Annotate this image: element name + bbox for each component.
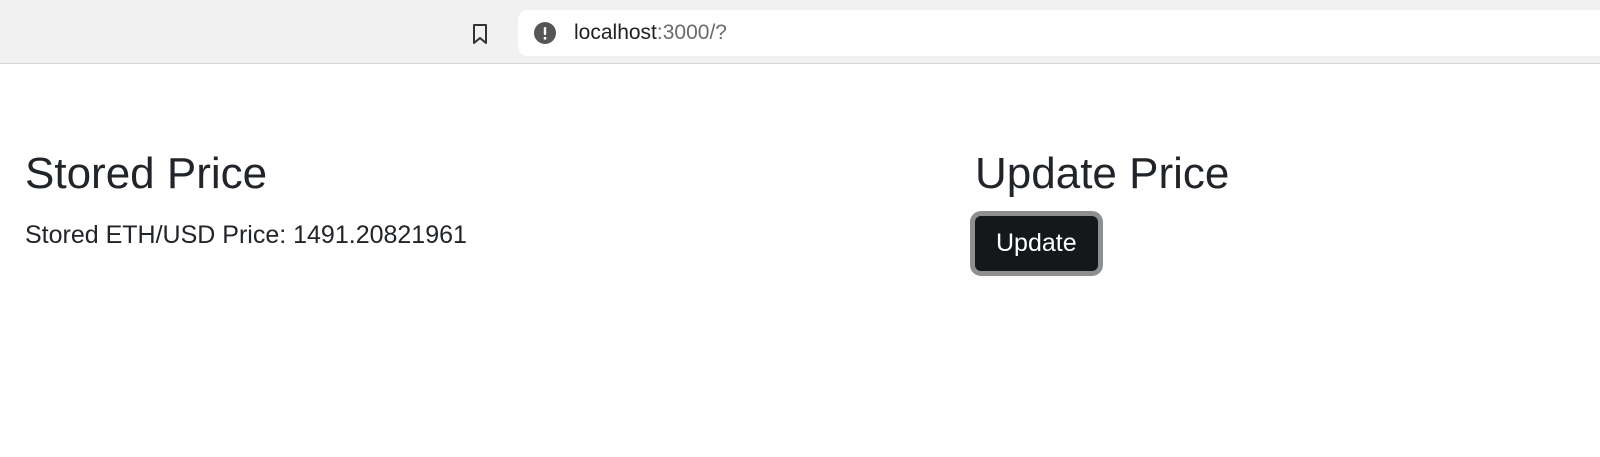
address-bar[interactable]: localhost:3000/? [518, 10, 1600, 56]
update-price-heading: Update Price [975, 149, 1230, 198]
url-path: :3000/? [656, 21, 727, 44]
info-icon[interactable] [534, 22, 556, 44]
update-price-section: Update Price Update [975, 148, 1229, 271]
stored-price-heading: Stored Price [25, 149, 268, 198]
update-button[interactable]: Update [975, 216, 1098, 271]
url-text[interactable]: localhost:3000/? [574, 21, 727, 45]
bookmark-icon[interactable] [471, 23, 489, 45]
browser-toolbar: localhost:3000/? [0, 0, 1600, 64]
stored-price-section: Stored Price Stored ETH/USD Price: 1491.… [25, 148, 467, 250]
stored-price-value: Stored ETH/USD Price: 1491.20821961 [25, 221, 467, 249]
url-host: localhost [574, 21, 657, 44]
